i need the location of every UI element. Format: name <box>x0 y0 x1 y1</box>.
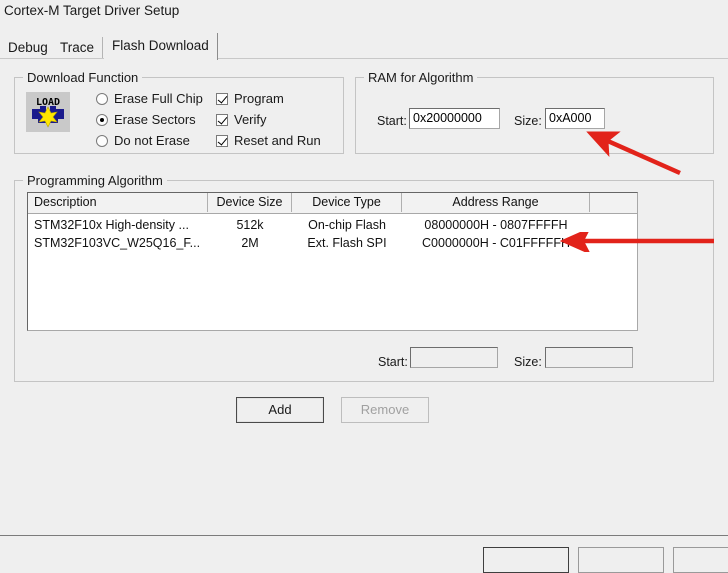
radio-erase-full-chip-label: Erase Full Chip <box>114 91 203 106</box>
radio-do-not-erase-label: Do not Erase <box>114 133 190 148</box>
checkbox-program-label: Program <box>234 91 284 106</box>
column-header-address-range[interactable]: Address Range <box>402 193 590 212</box>
radio-erase-full-chip-mark <box>96 93 108 105</box>
help-button[interactable] <box>673 547 728 573</box>
tab-flash-download[interactable]: Flash Download <box>104 33 218 60</box>
algorithm-start-label: Start: <box>378 355 408 369</box>
ram-size-label: Size: <box>514 114 542 128</box>
column-header-description[interactable]: Description <box>28 193 208 212</box>
cell-device-size: 512k <box>236 218 264 232</box>
radio-erase-sectors[interactable]: Erase Sectors <box>96 113 196 128</box>
ok-button[interactable] <box>483 547 569 573</box>
cell-device-size: 2M <box>241 236 259 250</box>
load-icon: LOAD <box>26 92 70 132</box>
ram-start-label: Start: <box>377 114 407 128</box>
ram-size-input[interactable]: 0xA000 <box>545 108 605 129</box>
cancel-button[interactable] <box>578 547 664 573</box>
window-title: Cortex-M Target Driver Setup <box>4 3 180 18</box>
remove-button[interactable]: Remove <box>341 397 429 423</box>
checkbox-reset-and-run[interactable]: Reset and Run <box>216 134 321 149</box>
cell-device-type: On-chip Flash <box>308 218 386 232</box>
ram-for-algorithm-legend: RAM for Algorithm <box>364 70 478 85</box>
checkbox-program[interactable]: Program <box>216 92 284 107</box>
algorithm-size-input[interactable] <box>545 347 633 368</box>
checkbox-program-mark <box>216 93 228 105</box>
radio-erase-full-chip[interactable]: Erase Full Chip <box>96 92 203 107</box>
programming-algorithm-legend: Programming Algorithm <box>23 173 167 188</box>
checkbox-reset-and-run-label: Reset and Run <box>234 133 321 148</box>
ram-start-input[interactable]: 0x20000000 <box>409 108 500 129</box>
radio-do-not-erase-mark <box>96 135 108 147</box>
cell-description: STM32F10x High-density ... <box>34 218 189 232</box>
download-function-legend: Download Function <box>23 70 143 85</box>
dialog-separator <box>0 535 728 536</box>
column-header-device-size[interactable]: Device Size <box>208 193 292 212</box>
programming-algorithm-list[interactable]: Description Device Size Device Type Addr… <box>27 192 638 331</box>
radio-erase-sectors-mark <box>96 114 108 126</box>
cell-address-range: C0000000H - C01FFFFFH <box>422 236 570 250</box>
checkbox-reset-and-run-mark <box>216 135 228 147</box>
checkbox-verify[interactable]: Verify <box>216 113 267 128</box>
cell-address-range: 08000000H - 0807FFFFH <box>424 218 568 232</box>
algorithm-size-label: Size: <box>514 355 542 369</box>
table-header-row: Description Device Size Device Type Addr… <box>28 193 637 214</box>
tab-strip: Debug Trace Flash Download <box>0 33 728 60</box>
add-button[interactable]: Add <box>236 397 324 423</box>
radio-erase-sectors-label: Erase Sectors <box>114 112 196 127</box>
table-row[interactable]: STM32F103VC_W25Q16_F... 2M Ext. Flash SP… <box>28 234 637 252</box>
cell-device-type: Ext. Flash SPI <box>307 236 387 250</box>
tab-trace[interactable]: Trace <box>52 37 104 58</box>
column-header-spacer[interactable] <box>590 193 637 212</box>
table-row[interactable]: STM32F10x High-density ... 512k On-chip … <box>28 216 637 234</box>
radio-do-not-erase[interactable]: Do not Erase <box>96 134 190 149</box>
algorithm-start-input[interactable] <box>410 347 498 368</box>
cell-description: STM32F103VC_W25Q16_F... <box>34 236 201 250</box>
checkbox-verify-label: Verify <box>234 112 267 127</box>
column-header-device-type[interactable]: Device Type <box>292 193 402 212</box>
checkbox-verify-mark <box>216 114 228 126</box>
tab-debug[interactable]: Debug <box>0 37 57 58</box>
